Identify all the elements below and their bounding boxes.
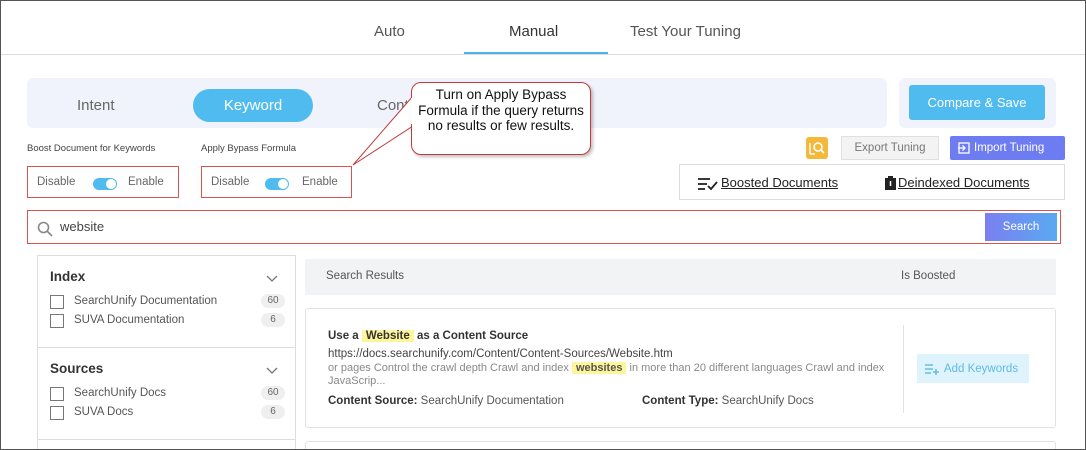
checkbox[interactable] xyxy=(50,387,64,401)
filter-item-suva-docs[interactable]: SUVA Docs 6 xyxy=(50,405,285,421)
content-type-value: SearchUnify Docs xyxy=(721,395,814,407)
deindexed-docs-icon xyxy=(885,176,896,190)
result-card: Use a Website as a Content Source https:… xyxy=(305,308,1056,428)
filter-count: 60 xyxy=(261,294,285,308)
export-tuning-button[interactable]: Export Tuning xyxy=(841,136,939,160)
filter-count: 6 xyxy=(261,405,285,419)
content-type-label: Content Type: xyxy=(642,395,719,407)
compare-save-button[interactable]: Compare & Save xyxy=(909,85,1045,120)
app-frame: Auto Manual Test Your Tuning Intent Keyw… xyxy=(0,0,1086,450)
add-list-icon xyxy=(925,364,939,375)
search-icon xyxy=(37,221,53,237)
chevron-down-icon[interactable] xyxy=(266,275,278,283)
filter-item-label: SUVA Documentation xyxy=(74,314,185,326)
import-tuning-label: Import Tuning xyxy=(974,142,1045,154)
filter-divider xyxy=(38,347,295,348)
subtab-content[interactable]: Cont xyxy=(377,97,409,114)
checkbox[interactable] xyxy=(50,295,64,309)
filter-item-label: SearchUnify Documentation xyxy=(74,295,218,307)
tab-test-your-tuning[interactable]: Test Your Tuning xyxy=(630,23,741,40)
bypass-toggle-group: Disable Enable xyxy=(201,166,352,198)
boost-toggle-switch[interactable] xyxy=(93,178,117,190)
search-input[interactable] xyxy=(60,219,960,234)
result-url[interactable]: https://docs.searchunify.com/Content/Con… xyxy=(328,348,673,360)
filter-count: 6 xyxy=(261,313,285,327)
snippet-pre: or pages Control the crawl depth Crawl a… xyxy=(328,362,569,374)
result-title[interactable]: Use a Website as a Content Source xyxy=(328,330,528,342)
checkbox[interactable] xyxy=(50,406,64,420)
active-tab-indicator xyxy=(464,52,608,54)
callout-tooltip: Turn on Apply Bypass Formula if the quer… xyxy=(411,82,591,155)
result-snippet: or pages Control the crawl depth Crawl a… xyxy=(328,362,893,388)
boosted-documents-link[interactable]: Boosted Documents xyxy=(721,175,838,190)
boost-disable-label: Disable xyxy=(37,176,76,188)
compare-panel: Compare & Save xyxy=(899,78,1056,128)
result-divider xyxy=(903,325,904,413)
bypass-enable-label: Enable xyxy=(302,176,338,188)
filter-divider xyxy=(38,439,295,440)
search-results-heading: Search Results xyxy=(326,270,404,282)
bypass-toggle-switch[interactable] xyxy=(265,178,289,190)
results-header: Search Results Is Boosted xyxy=(305,259,1056,295)
search-bar: Search xyxy=(27,210,1061,244)
import-tuning-button[interactable]: Import Tuning xyxy=(950,136,1065,160)
filter-item-suva-documentation[interactable]: SUVA Documentation 6 xyxy=(50,313,285,329)
add-keywords-button[interactable]: Add Keywords xyxy=(917,354,1029,383)
checkbox[interactable] xyxy=(50,314,64,328)
tab-manual[interactable]: Manual xyxy=(509,23,558,40)
top-tab-bar: Auto Manual Test Your Tuning xyxy=(1,1,1085,55)
result-title-pre: Use a xyxy=(328,330,359,342)
snippet-highlight: websites xyxy=(571,362,627,374)
subtab-keyword-label: Keyword xyxy=(223,97,283,114)
filter-index-title: Index xyxy=(50,269,86,284)
boost-enable-label: Enable xyxy=(128,176,164,188)
bypass-label: Apply Bypass Formula xyxy=(201,143,297,154)
chevron-down-icon[interactable] xyxy=(266,367,278,375)
search-button[interactable]: Search xyxy=(985,213,1057,241)
bypass-disable-label: Disable xyxy=(211,176,250,188)
content-source-value: SearchUnify Documentation xyxy=(420,395,564,407)
filter-count: 60 xyxy=(261,386,285,400)
import-icon xyxy=(958,142,970,154)
documents-tabs: Boosted Documents Deindexed Documents xyxy=(679,164,1065,200)
boosted-docs-icon xyxy=(698,178,718,191)
add-keywords-label: Add Keywords xyxy=(943,362,1019,375)
search-tuning-icon[interactable] xyxy=(806,137,828,159)
content-source-label: Content Source: xyxy=(328,395,418,407)
subtab-intent[interactable]: Intent xyxy=(77,97,115,114)
boost-toggle-group: Disable Enable xyxy=(27,166,179,198)
result-content-type: Content Type: SearchUnify Docs xyxy=(642,395,814,407)
filter-sources-title: Sources xyxy=(50,361,104,376)
result-title-post: as a Content Source xyxy=(416,330,529,342)
filter-item-label: SUVA Docs xyxy=(74,406,134,418)
result-content-source: Content Source: SearchUnify Documentatio… xyxy=(328,395,564,407)
subtab-keyword[interactable]: Keyword xyxy=(193,89,313,122)
boost-label: Boost Document for Keywords xyxy=(27,143,156,154)
filter-item-searchunify-documentation[interactable]: SearchUnify Documentation 60 xyxy=(50,294,285,310)
filters-panel: Index SearchUnify Documentation 60 SUVA … xyxy=(37,255,296,449)
is-boosted-heading: Is Boosted xyxy=(901,270,956,282)
tab-auto[interactable]: Auto xyxy=(374,23,405,40)
filter-item-label: SearchUnify Docs xyxy=(74,387,167,399)
result-title-highlight: Website xyxy=(361,330,414,342)
deindexed-documents-link[interactable]: Deindexed Documents xyxy=(898,175,1030,190)
result-card xyxy=(305,441,1056,449)
filter-item-searchunify-docs[interactable]: SearchUnify Docs 60 xyxy=(50,386,285,402)
